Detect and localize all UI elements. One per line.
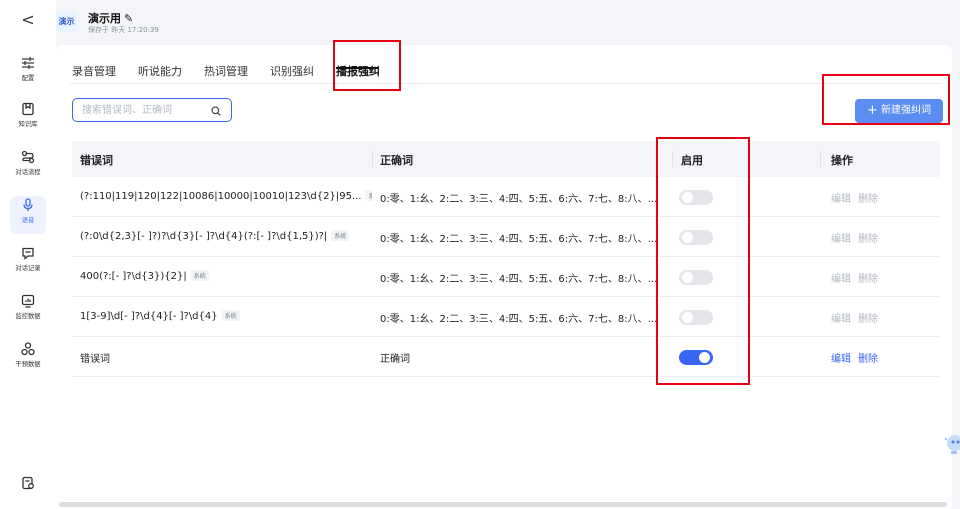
highlight-box-new-button bbox=[822, 74, 950, 125]
tab-recognition-correction[interactable]: 识别强纠 bbox=[270, 63, 314, 79]
highlight-box-tab bbox=[333, 40, 401, 91]
tab-hotwords[interactable]: 热词管理 bbox=[204, 63, 248, 79]
system-tag: 系统 bbox=[190, 270, 209, 281]
horizontal-scrollbar[interactable] bbox=[59, 502, 947, 507]
edit-pencil-icon[interactable]: ✎ bbox=[124, 12, 133, 25]
column-divider bbox=[820, 151, 821, 167]
main-card: 录音管理 听说能力 热词管理 识别强纠 播报强纠 +新建强纠词 错误词 正确词 … bbox=[56, 45, 952, 509]
page-title-text: 演示用 bbox=[88, 12, 121, 25]
correct-word-cell: 0:零、1:幺、2:二、3:三、4:四、5:五、6:六、7:七、8:八、... bbox=[380, 194, 658, 205]
delete-link[interactable]: 删除 bbox=[858, 350, 878, 365]
sidebar-item-label: 语音 bbox=[21, 216, 35, 224]
saved-timestamp: 保存于 昨天 17:20:39 bbox=[88, 26, 159, 34]
sidebar-item-label: 干预数据 bbox=[15, 360, 41, 368]
sidebar-item-knowledge[interactable]: 知识库 bbox=[0, 102, 56, 129]
tabs-divider bbox=[70, 83, 942, 84]
wrong-word-text: 400(?:[- ]?\d{3}){2}| bbox=[80, 271, 187, 282]
wrong-word-cell: 400(?:[- ]?\d{3}){2}| 系统 bbox=[80, 270, 372, 282]
wrong-word-text: 错误词 bbox=[80, 354, 110, 365]
tab-recording[interactable]: 录音管理 bbox=[72, 63, 116, 79]
tab-listen-speak[interactable]: 听说能力 bbox=[138, 63, 182, 79]
delete-link[interactable]: 删除 bbox=[858, 190, 878, 205]
correct-word-cell: 0:零、1:幺、2:二、3:三、4:四、5:五、6:六、7:七、8:八、... bbox=[380, 234, 658, 245]
delete-link[interactable]: 删除 bbox=[858, 310, 878, 325]
table-header: 错误词 正确词 启用 操作 bbox=[72, 141, 940, 177]
sliders-icon bbox=[21, 56, 35, 70]
sidebar-item-label: 配置 bbox=[21, 74, 35, 82]
sidebar-item-monitor[interactable]: 监控数据 bbox=[0, 294, 56, 321]
correct-word-cell: 正确词 bbox=[380, 354, 410, 365]
edit-link[interactable]: 编辑 bbox=[831, 350, 851, 365]
wrong-word-text: 1[3-9]\d[- ]?\d{4}[- ]?\d{4} bbox=[80, 311, 218, 322]
wrong-word-text: (?:110|119|120|122|10086|10000|10010|123… bbox=[80, 191, 362, 202]
app-badge: 演示 bbox=[56, 11, 77, 32]
sidebar-bottom-button[interactable] bbox=[0, 476, 56, 493]
intervene-icon bbox=[21, 342, 35, 356]
edit-link[interactable]: 编辑 bbox=[831, 190, 851, 205]
table-row: 1[3-9]\d[- ]?\d{4}[- ]?\d{4} 系统 0:零、1:幺、2… bbox=[72, 297, 940, 337]
sidebar-item-config[interactable]: 配置 bbox=[0, 56, 56, 83]
column-header-wrong-word: 错误词 bbox=[80, 154, 113, 167]
correction-table: 错误词 正确词 启用 操作 (?:110|119|120|122|10086|1… bbox=[72, 141, 940, 377]
system-tag: 系统 bbox=[365, 190, 372, 201]
edit-link[interactable]: 编辑 bbox=[831, 230, 851, 245]
back-button[interactable]: < bbox=[0, 10, 56, 29]
sidebar-item-label: 监控数据 bbox=[15, 312, 41, 320]
table-row: (?:0\d{2,3}[- ]?)?\d{3}[- ]?\d{4}(?:[- ]… bbox=[72, 217, 940, 257]
table-row: 400(?:[- ]?\d{3}){2}| 系统 0:零、1:幺、2:二、3:三、… bbox=[72, 257, 940, 297]
search-icon[interactable] bbox=[211, 105, 221, 116]
monitor-chart-icon bbox=[21, 294, 35, 308]
document-icon bbox=[21, 476, 35, 490]
sidebar-item-label: 对话记录 bbox=[15, 264, 41, 272]
column-header-actions: 操作 bbox=[831, 154, 853, 167]
sidebar-item-chat-records[interactable]: 对话记录 bbox=[0, 246, 56, 273]
sidebar-item-voice[interactable]: 语音 bbox=[0, 198, 56, 225]
microphone-icon bbox=[21, 198, 35, 212]
assistant-robot-icon[interactable] bbox=[940, 430, 960, 456]
sidebar-item-intervene[interactable]: 干预数据 bbox=[0, 342, 56, 369]
flow-icon bbox=[21, 150, 35, 164]
system-tag: 系统 bbox=[331, 230, 350, 241]
sidebar-item-label: 知识库 bbox=[18, 120, 38, 128]
delete-link[interactable]: 删除 bbox=[858, 270, 878, 285]
sidebar-item-label: 对话流程 bbox=[15, 168, 41, 176]
table-row: (?:110|119|120|122|10086|10000|10010|123… bbox=[72, 177, 940, 217]
column-header-correct-word: 正确词 bbox=[380, 154, 413, 167]
wrong-word-cell: 1[3-9]\d[- ]?\d{4}[- ]?\d{4} 系统 bbox=[80, 310, 372, 322]
search-box[interactable] bbox=[72, 98, 232, 122]
system-tag: 系统 bbox=[221, 310, 240, 321]
sidebar-item-flow[interactable]: 对话流程 bbox=[0, 150, 56, 177]
book-icon bbox=[21, 102, 35, 116]
wrong-word-cell: (?:0\d{2,3}[- ]?)?\d{3}[- ]?\d{4}(?:[- ]… bbox=[80, 230, 372, 242]
chat-record-icon bbox=[21, 246, 35, 260]
wrong-word-cell: 错误词 bbox=[80, 350, 372, 365]
search-input[interactable] bbox=[82, 103, 202, 117]
wrong-word-text: (?:0\d{2,3}[- ]?)?\d{3}[- ]?\d{4}(?:[- ]… bbox=[80, 231, 328, 242]
correct-word-cell: 0:零、1:幺、2:二、3:三、4:四、5:五、6:六、7:七、8:八、... bbox=[380, 314, 658, 325]
page-title: 演示用 ✎ bbox=[88, 10, 133, 26]
edit-link[interactable]: 编辑 bbox=[831, 310, 851, 325]
column-divider bbox=[372, 151, 373, 167]
sidebar: < 配置 知识库 对话流程 语音 对话记录 监控数据 干预数据 bbox=[0, 0, 56, 509]
table-row: 错误词 正确词 编辑 删除 bbox=[72, 337, 940, 377]
highlight-box-enabled-column bbox=[656, 137, 750, 385]
delete-link[interactable]: 删除 bbox=[858, 230, 878, 245]
edit-link[interactable]: 编辑 bbox=[831, 270, 851, 285]
wrong-word-cell: (?:110|119|120|122|10086|10000|10010|123… bbox=[80, 190, 372, 202]
correct-word-cell: 0:零、1:幺、2:二、3:三、4:四、5:五、6:六、7:七、8:八、... bbox=[380, 274, 658, 285]
